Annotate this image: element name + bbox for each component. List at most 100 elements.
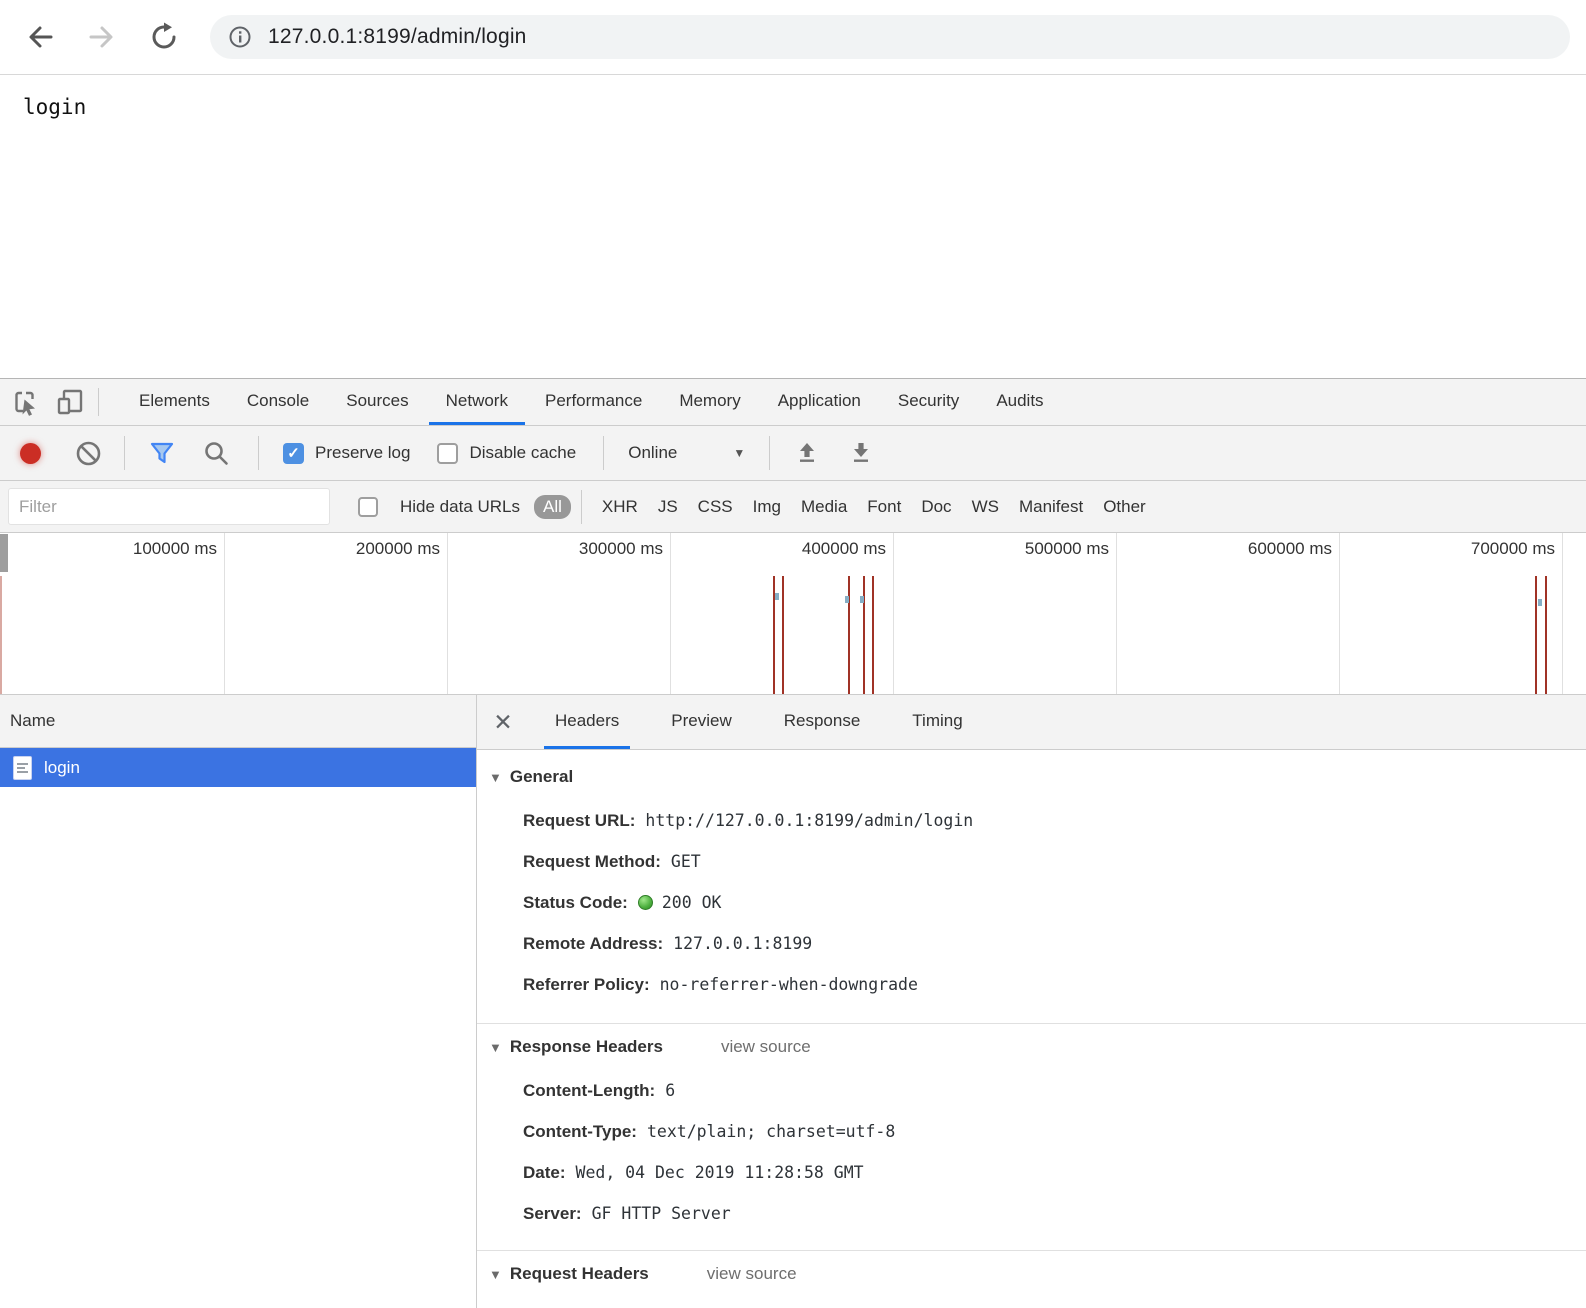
filter-type-doc[interactable]: Doc: [921, 497, 951, 517]
request-row-login[interactable]: login: [0, 748, 476, 787]
devtools-tabbar: Elements Console Sources Network Perform…: [0, 379, 1586, 426]
timeline-request-tick: [1538, 599, 1542, 606]
divider: [98, 388, 99, 416]
triangle-down-icon: ▼: [489, 1040, 502, 1055]
timeline-tick: 300000 ms: [448, 533, 671, 694]
timeline-event-line: [872, 576, 874, 694]
filter-type-css[interactable]: CSS: [698, 497, 733, 517]
filter-type-all[interactable]: All: [534, 495, 571, 519]
request-headers-section-header[interactable]: ▼ Request Headers view source: [477, 1263, 1586, 1285]
tab-performance[interactable]: Performance: [528, 379, 659, 425]
tab-sources[interactable]: Sources: [329, 379, 425, 425]
tab-security[interactable]: Security: [881, 379, 976, 425]
request-headers-view-source-link[interactable]: view source: [707, 1264, 797, 1284]
timeline-request-tick: [775, 593, 779, 600]
header-row-content-type: Content-Type: text/plain; charset=utf-8: [477, 1111, 1586, 1152]
disable-cache-label: Disable cache: [469, 443, 576, 463]
timeline-request-tick: [860, 596, 864, 603]
timeline-tick: 700000 ms: [1340, 533, 1563, 694]
forward-icon[interactable]: [86, 21, 118, 53]
reload-icon[interactable]: [148, 21, 180, 53]
throttling-dropdown[interactable]: Online ▼: [628, 443, 745, 463]
timeline-event-line: [782, 576, 784, 694]
timeline-event-line: [1545, 576, 1547, 694]
name-column-header[interactable]: Name: [0, 695, 476, 748]
tab-network[interactable]: Network: [429, 379, 525, 425]
filter-type-media[interactable]: Media: [801, 497, 847, 517]
detail-tab-response[interactable]: Response: [773, 695, 872, 749]
filter-type-xhr[interactable]: XHR: [602, 497, 638, 517]
header-row-date: Date: Wed, 04 Dec 2019 11:28:58 GMT: [477, 1152, 1586, 1193]
network-toolbar: ✓ Preserve log Disable cache Online ▼: [0, 426, 1586, 481]
detail-tab-timing[interactable]: Timing: [901, 695, 973, 749]
page-content: login: [0, 75, 1586, 378]
inspect-element-icon[interactable]: [4, 379, 48, 425]
filter-type-font[interactable]: Font: [867, 497, 901, 517]
search-icon[interactable]: [203, 440, 230, 467]
timeline-tick: 100000 ms: [2, 533, 225, 694]
chevron-down-icon: ▼: [733, 446, 745, 460]
timeline-event-line: [863, 576, 865, 694]
hide-data-urls-checkbox[interactable]: [358, 497, 378, 517]
filter-type-other[interactable]: Other: [1103, 497, 1146, 517]
browser-toolbar: 127.0.0.1:8199/admin/login: [0, 0, 1586, 75]
filter-icon[interactable]: [149, 440, 175, 466]
clear-icon[interactable]: [75, 440, 102, 467]
detail-tabbar: ✕ Headers Preview Response Timing: [477, 695, 1586, 750]
headers-pane: ▼ General Request URL: http://127.0.0.1:…: [477, 750, 1586, 1285]
device-toolbar-icon[interactable]: [48, 379, 92, 425]
general-section-header[interactable]: ▼ General: [477, 766, 1586, 788]
detail-tab-preview[interactable]: Preview: [660, 695, 742, 749]
filter-type-img[interactable]: Img: [753, 497, 781, 517]
response-headers-section-header[interactable]: ▼ Response Headers view source: [477, 1036, 1586, 1058]
back-icon[interactable]: [24, 21, 56, 53]
header-row-status-code: Status Code: 200 OK: [477, 882, 1586, 923]
network-filter-row: Hide data URLs All XHR JS CSS Img Media …: [0, 481, 1586, 533]
triangle-down-icon: ▼: [489, 1267, 502, 1282]
preserve-log-label: Preserve log: [315, 443, 410, 463]
tab-console[interactable]: Console: [230, 379, 326, 425]
detail-tab-headers[interactable]: Headers: [544, 695, 630, 749]
tab-memory[interactable]: Memory: [662, 379, 757, 425]
timeline-tick: 600000 ms: [1117, 533, 1340, 694]
divider: [124, 436, 125, 470]
header-row-content-length: Content-Length: 6: [477, 1070, 1586, 1111]
response-headers-view-source-link[interactable]: view source: [721, 1037, 811, 1057]
preserve-log-checkbox[interactable]: ✓: [283, 443, 304, 464]
export-har-icon[interactable]: [848, 440, 874, 466]
requests-panel: Name login: [0, 695, 477, 1308]
tab-application[interactable]: Application: [761, 379, 878, 425]
section-divider: [477, 1023, 1586, 1024]
header-row-referrer-policy: Referrer Policy: no-referrer-when-downgr…: [477, 964, 1586, 1005]
section-divider: [477, 1250, 1586, 1251]
url-text[interactable]: 127.0.0.1:8199/admin/login: [268, 25, 527, 49]
devtools-panel: Elements Console Sources Network Perform…: [0, 378, 1586, 1308]
url-bar[interactable]: 127.0.0.1:8199/admin/login: [210, 15, 1570, 59]
filter-type-ws[interactable]: WS: [972, 497, 999, 517]
divider: [603, 436, 604, 470]
filter-input[interactable]: [8, 488, 330, 525]
filter-type-manifest[interactable]: Manifest: [1019, 497, 1083, 517]
page-info-icon[interactable]: [228, 25, 252, 49]
tab-elements[interactable]: Elements: [122, 379, 227, 425]
status-ok-icon: [638, 895, 653, 910]
timeline-tick: 200000 ms: [225, 533, 448, 694]
filter-type-js[interactable]: JS: [658, 497, 678, 517]
divider: [258, 436, 259, 470]
request-details-panel: ✕ Headers Preview Response Timing ▼ Gene…: [477, 695, 1586, 1308]
header-row-remote-address: Remote Address: 127.0.0.1:8199: [477, 923, 1586, 964]
network-overview[interactable]: 100000 ms 200000 ms 300000 ms 400000 ms …: [0, 533, 1586, 695]
hide-data-urls-label: Hide data URLs: [400, 497, 520, 517]
request-name: login: [44, 758, 80, 778]
disable-cache-checkbox[interactable]: [437, 443, 458, 464]
record-icon[interactable]: [20, 443, 41, 464]
tab-audits[interactable]: Audits: [979, 379, 1060, 425]
timeline-request-tick: [845, 596, 849, 603]
header-row-server: Server: GF HTTP Server: [477, 1193, 1586, 1234]
throttling-value: Online: [628, 443, 677, 463]
header-row-request-method: Request Method: GET: [477, 841, 1586, 882]
import-har-icon[interactable]: [794, 440, 820, 466]
close-icon[interactable]: ✕: [477, 695, 529, 749]
divider: [581, 490, 582, 524]
page-body-text: login: [23, 95, 86, 119]
